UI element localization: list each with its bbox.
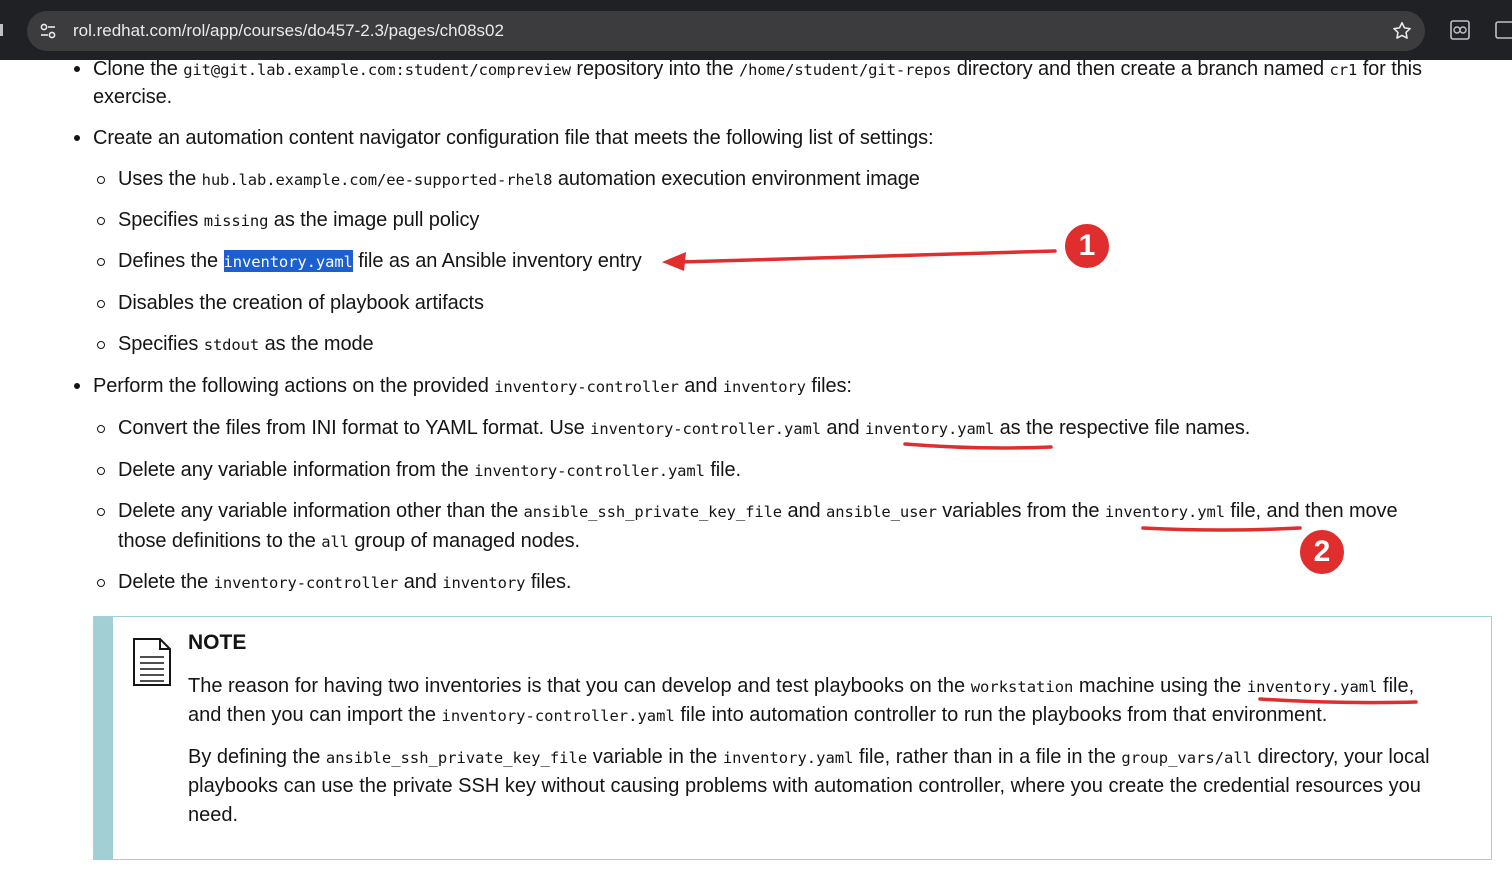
url-text[interactable]: rol.redhat.com/rol/app/courses/do457-2.3… bbox=[73, 21, 504, 41]
bookmark-star-icon[interactable] bbox=[1391, 20, 1413, 42]
note-paragraph-line: The reason for having two inventories is… bbox=[188, 675, 1415, 697]
sub-bullet bbox=[97, 467, 105, 475]
list-item: Create an automation content navigator c… bbox=[93, 127, 934, 149]
sub-list-item: Delete any variable information from the… bbox=[118, 459, 741, 481]
sub-list-item: Disables the creation of playbook artifa… bbox=[118, 292, 484, 314]
list-bullet bbox=[74, 135, 80, 141]
note-paragraph-line: By defining the ansible_ssh_private_key_… bbox=[188, 746, 1430, 768]
note-paragraph-line: playbooks can use the private SSH key wi… bbox=[188, 775, 1421, 797]
tab-edge bbox=[0, 24, 3, 36]
sub-list-item: Specifies missing as the image pull poli… bbox=[118, 209, 480, 231]
sub-list-item: Defines the inventory.yaml file as an An… bbox=[118, 250, 642, 272]
course-page-content: Clone the git@git.lab.example.com:studen… bbox=[0, 58, 1512, 872]
list-item: Perform the following actions on the pro… bbox=[93, 375, 852, 397]
sub-bullet bbox=[97, 258, 105, 266]
sub-bullet bbox=[97, 300, 105, 308]
document-icon bbox=[133, 638, 171, 686]
list-item: Clone the git@git.lab.example.com:studen… bbox=[93, 58, 1422, 80]
sub-bullet bbox=[97, 508, 105, 516]
sub-list-item: Uses the hub.lab.example.com/ee-supporte… bbox=[118, 168, 920, 190]
note-accent-bar bbox=[94, 617, 113, 859]
annotation-badge-2: 2 bbox=[1299, 529, 1345, 575]
address-bar[interactable]: rol.redhat.com/rol/app/courses/do457-2.3… bbox=[27, 11, 1425, 51]
extension-icon[interactable] bbox=[1449, 19, 1471, 41]
note-paragraph-line: and then you can import the inventory-co… bbox=[188, 704, 1328, 726]
window-icon[interactable] bbox=[1494, 19, 1512, 41]
note-admonition: NOTE The reason for having two inventori… bbox=[93, 616, 1492, 860]
sub-bullet bbox=[97, 425, 105, 433]
site-settings-icon[interactable] bbox=[39, 22, 57, 40]
sub-list-item: Delete any variable information other th… bbox=[118, 500, 1398, 522]
browser-toolbar: rol.redhat.com/rol/app/courses/do457-2.3… bbox=[0, 0, 1512, 60]
note-paragraph-line: need. bbox=[188, 804, 239, 826]
sub-list-item: Delete the inventory-controller and inve… bbox=[118, 571, 572, 593]
list-item-continuation: exercise. bbox=[93, 86, 173, 108]
note-title: NOTE bbox=[188, 631, 247, 654]
sub-bullet bbox=[97, 341, 105, 349]
list-bullet bbox=[74, 66, 80, 72]
sub-bullet bbox=[97, 579, 105, 587]
sub-bullet bbox=[97, 176, 105, 184]
list-bullet bbox=[74, 383, 80, 389]
sub-bullet bbox=[97, 217, 105, 225]
sub-list-item-continuation: those definitions to the all group of ma… bbox=[118, 530, 581, 552]
sub-list-item: Specifies stdout as the mode bbox=[118, 333, 374, 355]
sub-list-item: Convert the files from INI format to YAM… bbox=[118, 417, 1251, 439]
annotation-badge-1: 1 bbox=[1064, 223, 1110, 269]
selected-text-highlight[interactable]: inventory.yaml bbox=[223, 250, 353, 272]
